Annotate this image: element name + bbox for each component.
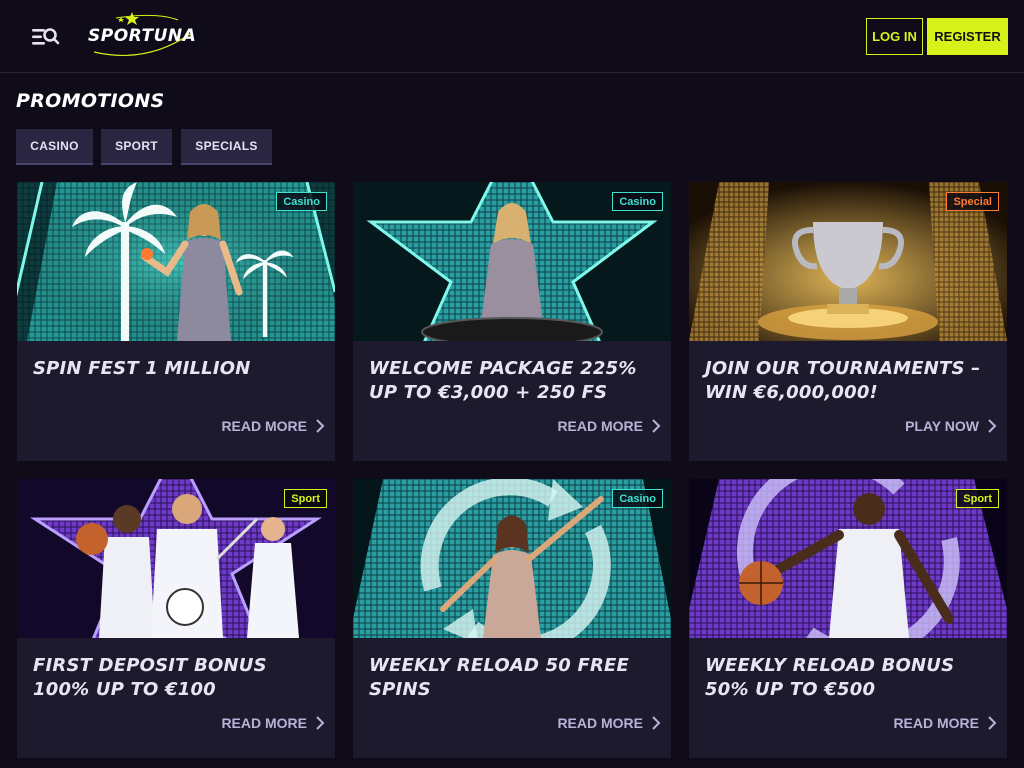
read-more-link[interactable]: READ MORE	[557, 415, 661, 437]
filter-specials[interactable]: SPECIALS	[181, 129, 272, 165]
link-label: READ MORE	[221, 418, 307, 434]
category-badge: Special	[946, 192, 999, 211]
promo-title: WELCOME PACKAGE 225% UP TO €3,000 + 250 …	[369, 358, 637, 403]
promo-image-star-roulette: Casino	[353, 182, 671, 341]
category-badge: Sport	[956, 489, 999, 508]
chevron-right-icon	[652, 419, 661, 433]
top-header: SPORTUNA LOG IN REGISTER	[0, 0, 1024, 73]
link-label: READ MORE	[893, 715, 979, 731]
chevron-right-icon	[652, 716, 661, 730]
filter-casino[interactable]: CASINO	[16, 129, 93, 165]
link-label: READ MORE	[221, 715, 307, 731]
read-more-link[interactable]: READ MORE	[893, 712, 997, 734]
link-label: READ MORE	[557, 715, 643, 731]
promo-title: WEEKLY RELOAD 50 FREE SPINS	[369, 655, 630, 700]
play-now-link[interactable]: PLAY NOW	[905, 415, 997, 437]
promo-card-weekly-reload-spins[interactable]: Casino WEEKLY RELOAD 50 FREE SPINS READ …	[353, 479, 671, 758]
chevron-right-icon	[316, 716, 325, 730]
category-badge: Casino	[276, 192, 327, 211]
logo-text: SPORTUNA	[88, 26, 197, 46]
category-badge: Casino	[612, 489, 663, 508]
promo-image-reload-arrows-teal: Casino	[353, 479, 671, 638]
read-more-link[interactable]: READ MORE	[557, 712, 661, 734]
promo-title: WEEKLY RELOAD BONUS 50% UP TO €500	[705, 655, 955, 700]
star-icon	[125, 12, 139, 25]
promo-title: SPIN FEST 1 MILLION	[33, 358, 251, 379]
read-more-link[interactable]: READ MORE	[221, 415, 325, 437]
promo-image-basketball-player: Sport	[689, 479, 1007, 638]
register-button[interactable]: REGISTER	[927, 18, 1008, 55]
promo-image-gold-trophy: Special	[689, 182, 1007, 341]
chevron-right-icon	[316, 419, 325, 433]
chevron-right-icon	[988, 419, 997, 433]
promo-card-first-deposit[interactable]: Sport FIRST DEPOSIT BONUS 100% UP TO €10…	[17, 479, 335, 758]
link-label: READ MORE	[557, 418, 643, 434]
promo-card-welcome-package[interactable]: Casino WELCOME PACKAGE 225% UP TO €3,000…	[353, 182, 671, 461]
promo-card-tournaments[interactable]: Special JOIN OUR TOURNAMENTS – WIN €6,00…	[689, 182, 1007, 461]
filter-sport[interactable]: SPORT	[101, 129, 172, 165]
promo-card-weekly-reload-bonus[interactable]: Sport WEEKLY RELOAD BONUS 50% UP TO €500…	[689, 479, 1007, 758]
menu-search-icon[interactable]	[30, 24, 60, 50]
category-badge: Sport	[284, 489, 327, 508]
link-label: PLAY NOW	[905, 418, 979, 434]
promo-image-athletes-star: Sport	[17, 479, 335, 638]
category-badge: Casino	[612, 192, 663, 211]
promo-title: JOIN OUR TOURNAMENTS – WIN €6,000,000!	[705, 358, 981, 403]
sportuna-logo[interactable]: SPORTUNA	[86, 12, 196, 62]
promo-card-spin-fest[interactable]: Casino SPIN FEST 1 MILLION READ MORE	[17, 182, 335, 461]
page-title: PROMOTIONS	[16, 90, 165, 112]
promo-title: FIRST DEPOSIT BONUS 100% UP TO €100	[33, 655, 267, 700]
read-more-link[interactable]: READ MORE	[221, 712, 325, 734]
chevron-right-icon	[988, 716, 997, 730]
login-button[interactable]: LOG IN	[866, 18, 923, 55]
promo-image-palm-mosaic: Casino	[17, 182, 335, 341]
